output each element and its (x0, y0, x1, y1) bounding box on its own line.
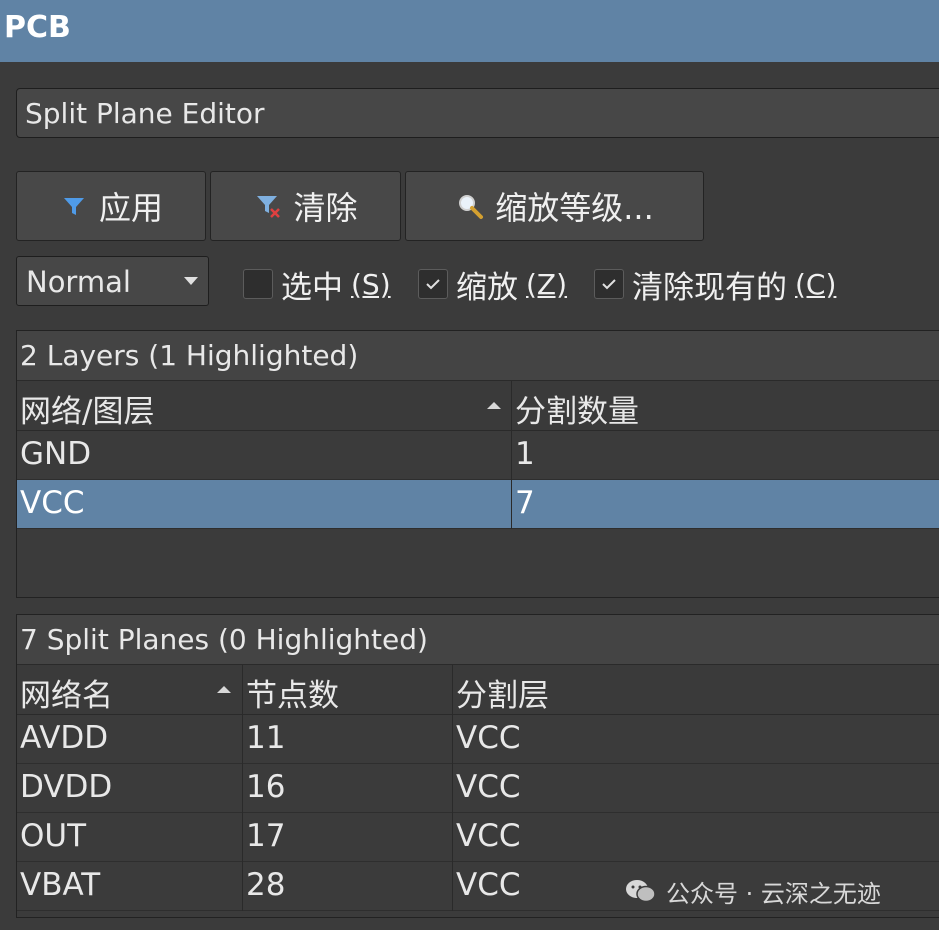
table-row[interactable]: GND 1 (17, 431, 939, 480)
select-checkbox-label: 选中 (281, 269, 343, 306)
net-name-cell: DVDD (20, 769, 113, 805)
clear-existing-checkbox-label: 清除现有的 (632, 269, 787, 306)
layers-panel: 2 Layers (1 Highlighted) 网络/图层 分割数量 GND … (16, 330, 939, 598)
magnifier-icon (455, 191, 485, 221)
split-planes-panel-title: 7 Split Planes (0 Highlighted) (17, 615, 939, 665)
watermark-text: 公众号 · 云深之无迹 (666, 879, 881, 908)
column-header-split-count[interactable]: 分割数量 (511, 381, 939, 431)
column-header-net-name[interactable]: 网络名 (17, 665, 242, 715)
split-count-cell: 1 (511, 431, 939, 480)
node-count-cell: 17 (242, 813, 452, 862)
filter-clear-icon (253, 191, 283, 221)
apply-button[interactable]: 应用 (16, 171, 206, 241)
zoom-level-button[interactable]: 缩放等级... (405, 171, 704, 241)
zoom-checkbox[interactable]: 缩放 (Z) (418, 264, 568, 306)
sort-ascending-icon (487, 402, 501, 409)
zoom-checkbox-label: 缩放 (456, 269, 518, 306)
apply-label: 应用 (98, 189, 163, 227)
select-checkbox-box[interactable] (243, 269, 273, 299)
select-checkbox[interactable]: 选中 (S) (243, 264, 391, 306)
clear-button[interactable]: 清除 (210, 171, 401, 241)
zoom-checkbox-box[interactable] (418, 269, 448, 299)
net-cell: VCC (20, 485, 85, 521)
split-planes-table-header: 网络名 节点数 分割层 (17, 665, 939, 715)
split-layer-cell: VCC (452, 715, 939, 764)
table-row[interactable]: VCC 7 (17, 480, 939, 529)
watermark: 公众号 · 云深之无迹 (624, 873, 881, 909)
filter-icon (59, 191, 89, 221)
split-layer-cell: VCC (452, 764, 939, 813)
node-count-cell: 28 (242, 862, 452, 911)
net-cell: GND (20, 436, 92, 472)
checkmark-icon (426, 279, 440, 290)
zoom-level-label: 缩放等级... (495, 189, 654, 227)
checkmark-icon (602, 279, 616, 290)
sort-ascending-icon (217, 686, 231, 693)
clear-existing-shortcut: (C) (795, 267, 837, 301)
mode-dropdown[interactable]: Normal (16, 256, 209, 306)
split-count-cell: 7 (511, 480, 939, 529)
node-count-cell: 11 (242, 715, 452, 764)
net-name-cell: VBAT (20, 867, 101, 903)
editor-type-dropdown[interactable]: Split Plane Editor (16, 88, 939, 138)
table-row[interactable]: AVDD 11 VCC (17, 715, 939, 764)
select-shortcut: (S) (351, 267, 391, 301)
split-layer-cell: VCC (452, 813, 939, 862)
zoom-shortcut: (Z) (526, 267, 568, 301)
layers-panel-title: 2 Layers (1 Highlighted) (17, 331, 939, 381)
clear-existing-checkbox-box[interactable] (594, 269, 624, 299)
column-header-net-layer[interactable]: 网络/图层 (17, 381, 511, 431)
net-name-cell: OUT (20, 818, 87, 854)
column-header-split-layer[interactable]: 分割层 (452, 665, 939, 715)
clear-label: 清除 (293, 189, 358, 227)
chevron-down-icon (184, 277, 198, 285)
wechat-icon (624, 877, 658, 905)
table-row[interactable]: DVDD 16 VCC (17, 764, 939, 813)
net-name-cell: AVDD (20, 720, 109, 756)
window-title: PCB (0, 0, 939, 62)
column-header-node-count[interactable]: 节点数 (242, 665, 452, 715)
clear-existing-checkbox[interactable]: 清除现有的 (C) (594, 264, 837, 306)
table-row[interactable]: OUT 17 VCC (17, 813, 939, 862)
layers-table-header: 网络/图层 分割数量 (17, 381, 939, 431)
node-count-cell: 16 (242, 764, 452, 813)
editor-type-label: Split Plane Editor (25, 97, 265, 130)
mode-value: Normal (26, 265, 131, 299)
